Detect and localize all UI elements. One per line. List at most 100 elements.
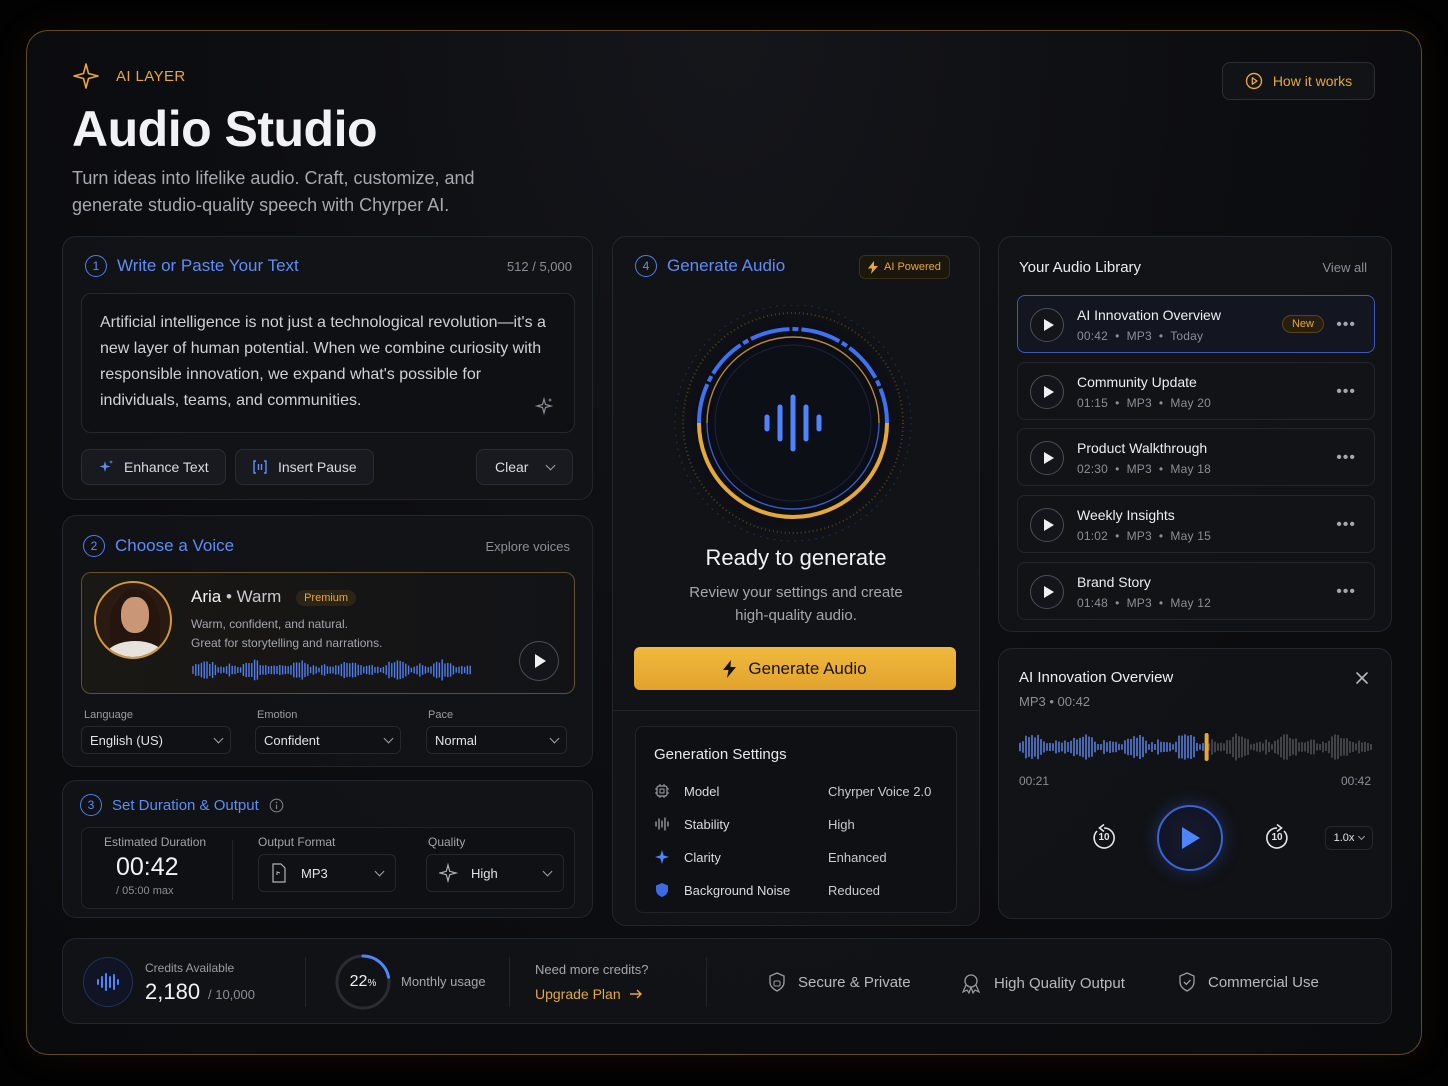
language-select[interactable]: English (US) xyxy=(81,726,231,754)
item-date: Today xyxy=(1170,329,1204,343)
selected-voice-card[interactable]: Aria • Warm Premium Warm, confident, and… xyxy=(81,572,575,694)
step4-heading: 4 Generate Audio xyxy=(635,255,785,277)
usage-label: Monthly usage xyxy=(401,974,486,989)
more-options-icon[interactable]: ••• xyxy=(1336,516,1356,534)
step4-title: Generate Audio xyxy=(667,256,786,275)
voice-preview-play-button[interactable] xyxy=(519,641,559,681)
scrubber-handle[interactable] xyxy=(1204,733,1209,761)
library-play-button[interactable] xyxy=(1030,441,1064,475)
voice-heading: Aria • Warm Premium xyxy=(191,587,357,607)
more-options-icon[interactable]: ••• xyxy=(1336,316,1356,334)
more-options-icon[interactable]: ••• xyxy=(1336,449,1356,467)
credits-total: / 10,000 xyxy=(208,987,255,1002)
feature-secure-label: Secure & Private xyxy=(798,973,911,991)
setting-clarity-label: Clarity xyxy=(684,849,721,865)
clear-dropdown[interactable]: Clear xyxy=(476,449,573,485)
how-it-works-button[interactable]: How it works xyxy=(1222,62,1375,100)
step3-number: 3 xyxy=(80,794,102,816)
setting-clarity-value: Enhanced xyxy=(828,849,887,865)
more-options-icon[interactable]: ••• xyxy=(1336,583,1356,601)
library-item[interactable]: Product Walkthrough 02:30 • MP3 • May 18… xyxy=(1017,428,1375,486)
enhance-text-button[interactable]: Enhance Text xyxy=(81,449,226,485)
output-format-select[interactable]: MP3 xyxy=(258,854,396,892)
item-duration: 02:30 xyxy=(1077,462,1109,476)
setting-clarity: Clarity Enhanced xyxy=(654,849,954,865)
play-icon xyxy=(535,654,546,668)
library-play-button[interactable] xyxy=(1030,575,1064,609)
library-item[interactable]: AI Innovation Overview 00:42 • MP3 • Tod… xyxy=(1017,295,1375,353)
library-item[interactable]: Weekly Insights 01:02 • MP3 • May 15 ••• xyxy=(1017,495,1375,553)
voice-description: Warm, confident, and natural. Great for … xyxy=(191,615,382,653)
view-all-link[interactable]: View all xyxy=(1322,260,1367,275)
new-badge: New xyxy=(1281,315,1324,333)
shield-check-icon xyxy=(1179,972,1195,992)
page-subtitle: Turn ideas into lifelike audio. Craft, c… xyxy=(72,168,475,215)
generation-settings-panel: Generation Settings Model Chyrper Voice … xyxy=(635,726,957,913)
total-time: 00:42 xyxy=(1340,774,1371,788)
playback-speed-select[interactable]: 1.0x xyxy=(1325,826,1373,850)
magic-sparkle-icon[interactable] xyxy=(534,396,554,416)
play-icon xyxy=(1043,319,1054,331)
info-icon[interactable] xyxy=(269,798,284,813)
premium-badge: Premium xyxy=(296,589,357,606)
explore-voices-link[interactable]: Explore voices xyxy=(485,539,570,554)
voice-desc-line2: Great for storytelling and narrations. xyxy=(191,636,383,650)
sparkle-icon xyxy=(655,850,669,864)
rewind-10-button[interactable]: 10 xyxy=(1089,823,1119,853)
close-icon[interactable] xyxy=(1355,671,1369,685)
item-duration: 01:02 xyxy=(1077,529,1109,543)
language-value: English (US) xyxy=(90,732,163,748)
item-format: MP3 xyxy=(1126,329,1152,343)
divider xyxy=(232,840,233,900)
step2-heading: 2 Choose a Voice xyxy=(83,535,234,557)
item-duration: 01:48 xyxy=(1077,596,1109,610)
clear-label: Clear xyxy=(495,459,529,475)
chevron-down-icon xyxy=(542,866,553,876)
play-circle-icon xyxy=(1245,72,1263,90)
item-date: May 20 xyxy=(1170,396,1211,410)
play-icon xyxy=(1182,827,1200,849)
ready-desc-line2: high-quality audio. xyxy=(735,607,857,624)
library-item-meta: 01:15 • MP3 • May 20 xyxy=(1077,396,1211,410)
player-waveform[interactable] xyxy=(1019,733,1373,761)
quality-select[interactable]: High xyxy=(426,854,564,892)
play-pause-button[interactable] xyxy=(1157,805,1223,871)
pace-value: Normal xyxy=(435,732,477,748)
credits-value: 2,180 xyxy=(145,979,201,1004)
chevron-down-icon xyxy=(374,866,385,876)
library-item-title: AI Innovation Overview xyxy=(1077,307,1221,323)
library-play-button[interactable] xyxy=(1030,375,1064,409)
step3-title: Set Duration & Output xyxy=(112,796,259,814)
more-options-icon[interactable]: ••• xyxy=(1336,383,1356,401)
item-format: MP3 xyxy=(1126,462,1152,476)
library-item[interactable]: Community Update 01:15 • MP3 • May 20 ••… xyxy=(1017,362,1375,420)
insert-pause-label: Insert Pause xyxy=(278,459,357,475)
generate-audio-button[interactable]: Generate Audio xyxy=(634,647,956,690)
chevron-down-icon xyxy=(213,733,224,743)
library-play-button[interactable] xyxy=(1030,308,1064,342)
duration-max: / 05:00 max xyxy=(116,885,174,897)
script-textarea[interactable]: Artificial intelligence is not just a te… xyxy=(81,293,575,433)
pace-select[interactable]: Normal xyxy=(426,726,567,754)
voice-desc-line1: Warm, confident, and natural. xyxy=(191,617,348,631)
insert-pause-button[interactable]: Insert Pause xyxy=(235,449,374,485)
bolt-icon xyxy=(868,260,878,274)
ready-description: Review your settings and create high-qua… xyxy=(613,581,979,627)
upgrade-plan-link[interactable]: Upgrade Plan xyxy=(535,986,643,1002)
credits-icon xyxy=(83,957,133,1007)
output-format-label: Output Format xyxy=(258,835,336,849)
character-count: 512 / 5,000 xyxy=(506,259,572,274)
library-item[interactable]: Brand Story 01:48 • MP3 • May 12 ••• xyxy=(1017,562,1375,620)
chevron-down-icon xyxy=(1358,832,1366,840)
quality-value: High xyxy=(471,865,498,881)
library-item-meta: 01:02 • MP3 • May 15 xyxy=(1077,529,1211,543)
feature-commercial-label: Commercial Use xyxy=(1208,973,1319,991)
emotion-select[interactable]: Confident xyxy=(255,726,401,754)
setting-stability: Stability High xyxy=(654,816,954,832)
forward-10-button[interactable]: 10 xyxy=(1262,823,1292,853)
text-input-card: 1 Write or Paste Your Text 512 / 5,000 A… xyxy=(62,236,593,500)
play-icon xyxy=(1043,452,1054,464)
usage-unit: % xyxy=(367,978,377,989)
library-play-button[interactable] xyxy=(1030,508,1064,542)
item-date: May 18 xyxy=(1170,462,1211,476)
